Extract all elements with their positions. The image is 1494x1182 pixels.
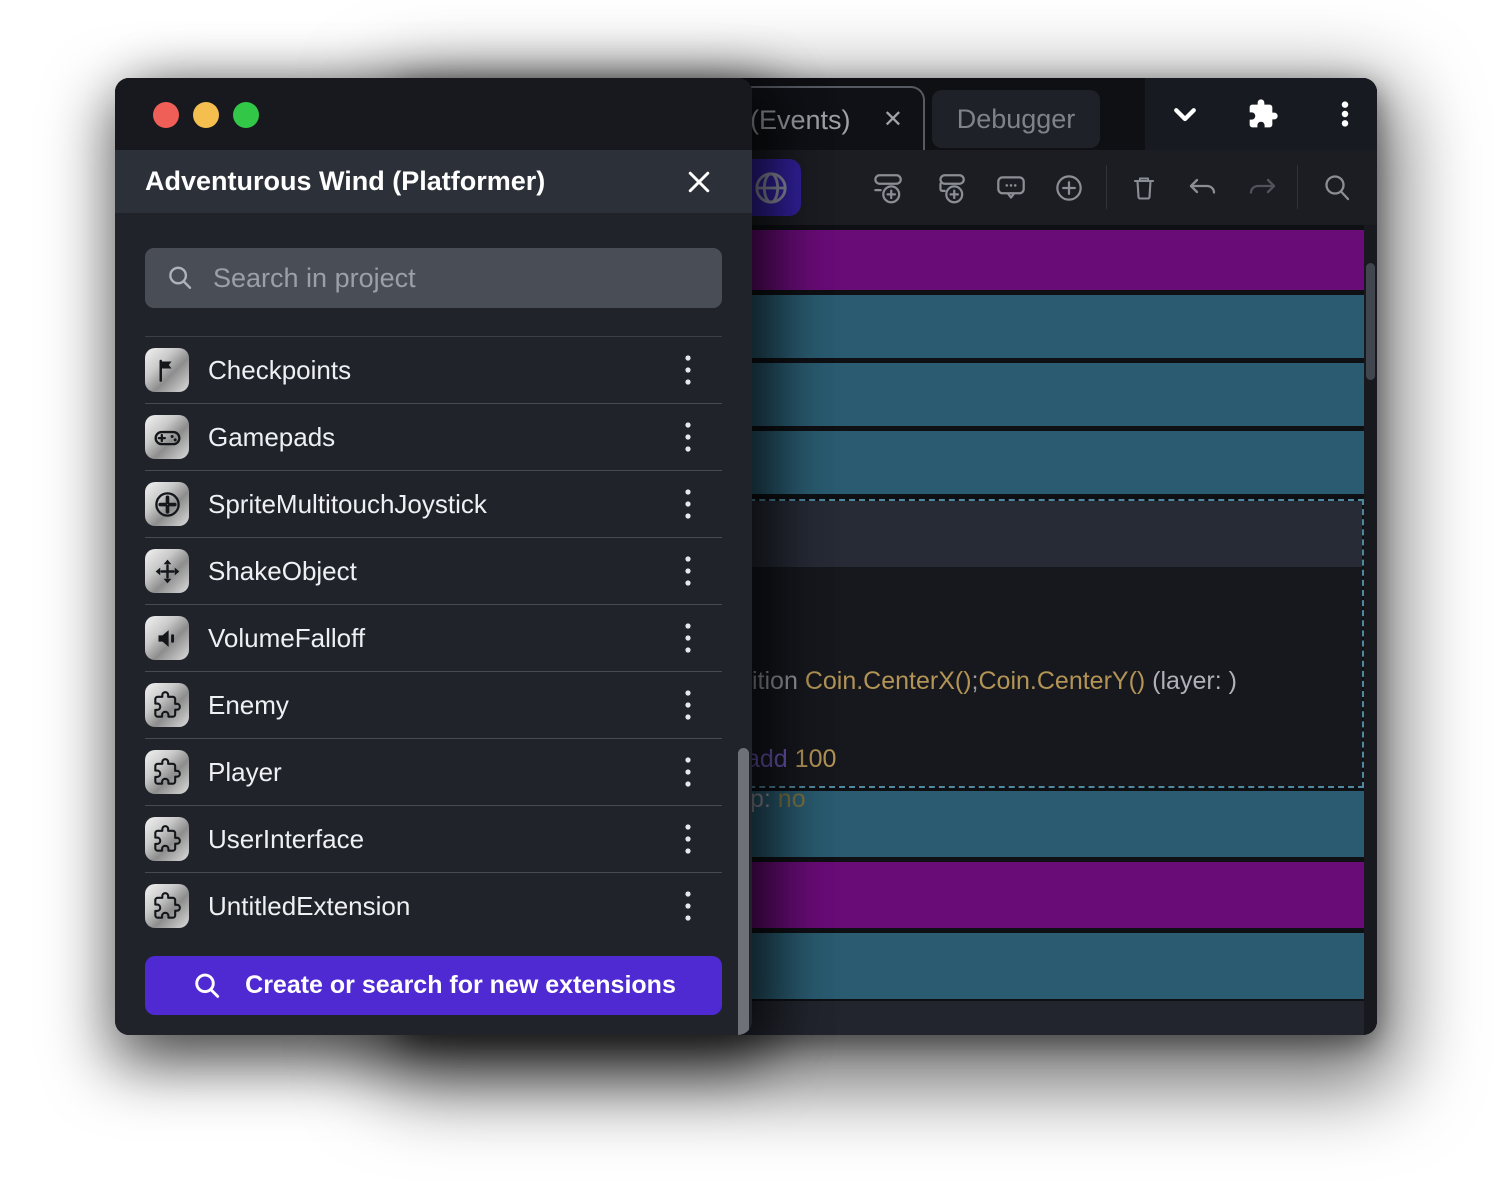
extension-item-userinterface[interactable]: UserInterface xyxy=(145,806,722,872)
extension-label: Checkpoints xyxy=(208,355,677,386)
minimize-traffic-button[interactable] xyxy=(193,102,219,128)
add-subevent-icon[interactable] xyxy=(932,170,968,206)
add-comment-icon[interactable] xyxy=(993,170,1029,206)
search-icon xyxy=(165,263,195,293)
extension-label: Gamepads xyxy=(208,422,677,453)
tab-debugger[interactable]: Debugger xyxy=(932,90,1100,148)
tab-debugger-label: Debugger xyxy=(957,104,1076,135)
add-circle-icon[interactable] xyxy=(1051,170,1087,206)
create-extension-label: Create or search for new extensions xyxy=(245,971,676,1000)
extension-label: UserInterface xyxy=(208,824,677,855)
extension-item-shakeobject[interactable]: ShakeObject xyxy=(145,538,722,604)
extensions-puzzle-icon[interactable] xyxy=(1235,78,1291,150)
extension-label: VolumeFalloff xyxy=(208,623,677,654)
toolbar-divider xyxy=(1106,165,1107,209)
trash-icon[interactable] xyxy=(1126,170,1162,206)
extension-item-volumefalloff[interactable]: VolumeFalloff xyxy=(145,605,722,671)
zoom-traffic-button[interactable] xyxy=(233,102,259,128)
window-menu-cluster xyxy=(1145,78,1377,150)
extension-item-checkpoints[interactable]: Checkpoints xyxy=(145,337,722,403)
search-icon[interactable] xyxy=(1319,170,1355,206)
extension-label: ShakeObject xyxy=(208,556,677,587)
search-icon xyxy=(191,970,223,1002)
toolbar-divider xyxy=(1297,165,1298,209)
item-menu-icon[interactable] xyxy=(677,549,699,593)
joystick-icon xyxy=(145,482,189,526)
panel-header: Adventurous Wind (Platformer) xyxy=(115,150,752,213)
undo-icon[interactable] xyxy=(1185,170,1221,206)
item-menu-icon[interactable] xyxy=(677,415,699,459)
item-menu-icon[interactable] xyxy=(677,616,699,660)
item-menu-icon[interactable] xyxy=(677,750,699,794)
search-input[interactable] xyxy=(211,262,702,295)
extension-label: SpriteMultitouchJoystick xyxy=(208,489,677,520)
extension-item-gamepads[interactable]: Gamepads xyxy=(145,404,722,470)
add-event-icon[interactable] xyxy=(869,170,905,206)
item-menu-icon[interactable] xyxy=(677,817,699,861)
chevron-down-icon[interactable] xyxy=(1157,78,1213,150)
extension-item-spritemultitouchjoystick[interactable]: SpriteMultitouchJoystick xyxy=(145,471,722,537)
extension-item-untitledextension[interactable]: UntitledExtension xyxy=(145,873,722,939)
puzzle-icon xyxy=(145,884,189,928)
tab-events-label: (Events) xyxy=(750,105,851,136)
create-extension-button[interactable]: Create or search for new extensions xyxy=(145,956,722,1015)
extension-label: Enemy xyxy=(208,690,677,721)
action-text-line: ition Coin.CenterX();Coin.CenterY() (lay… xyxy=(752,667,1237,696)
panel-scrollbar-thumb[interactable] xyxy=(738,748,749,1035)
events-scrollbar[interactable] xyxy=(1364,225,1377,1035)
screenshot-stage: (Events) ✕ Debugger xyxy=(0,0,1494,1182)
panel-title: Adventurous Wind (Platformer) xyxy=(145,166,545,197)
panel-body: Checkpoints Gamepads Spr xyxy=(115,248,752,1035)
action-text-line: add 100 xyxy=(746,745,836,774)
tab-close-icon[interactable]: ✕ xyxy=(879,106,907,134)
close-icon[interactable] xyxy=(680,163,718,201)
item-menu-icon[interactable] xyxy=(677,348,699,392)
item-menu-icon[interactable] xyxy=(677,884,699,928)
speaker-icon xyxy=(145,616,189,660)
redo-icon[interactable] xyxy=(1244,170,1280,206)
project-manager-panel: Adventurous Wind (Platformer) Checkpoint… xyxy=(115,78,752,1035)
project-search-box[interactable] xyxy=(145,248,722,308)
events-scrollbar-thumb[interactable] xyxy=(1366,263,1375,380)
extension-label: Player xyxy=(208,757,677,788)
panel-titlebar xyxy=(115,78,752,150)
action-text-line: p: no xyxy=(750,785,806,814)
puzzle-icon xyxy=(145,817,189,861)
move-arrows-icon xyxy=(145,549,189,593)
gamepad-icon xyxy=(145,415,189,459)
puzzle-icon xyxy=(145,683,189,727)
extension-label: UntitledExtension xyxy=(208,891,677,922)
close-traffic-button[interactable] xyxy=(153,102,179,128)
extension-item-enemy[interactable]: Enemy xyxy=(145,672,722,738)
puzzle-icon xyxy=(145,750,189,794)
item-menu-icon[interactable] xyxy=(677,683,699,727)
flag-icon xyxy=(145,348,189,392)
kebab-menu-icon[interactable] xyxy=(1317,78,1373,150)
extension-item-player[interactable]: Player xyxy=(145,739,722,805)
item-menu-icon[interactable] xyxy=(677,482,699,526)
